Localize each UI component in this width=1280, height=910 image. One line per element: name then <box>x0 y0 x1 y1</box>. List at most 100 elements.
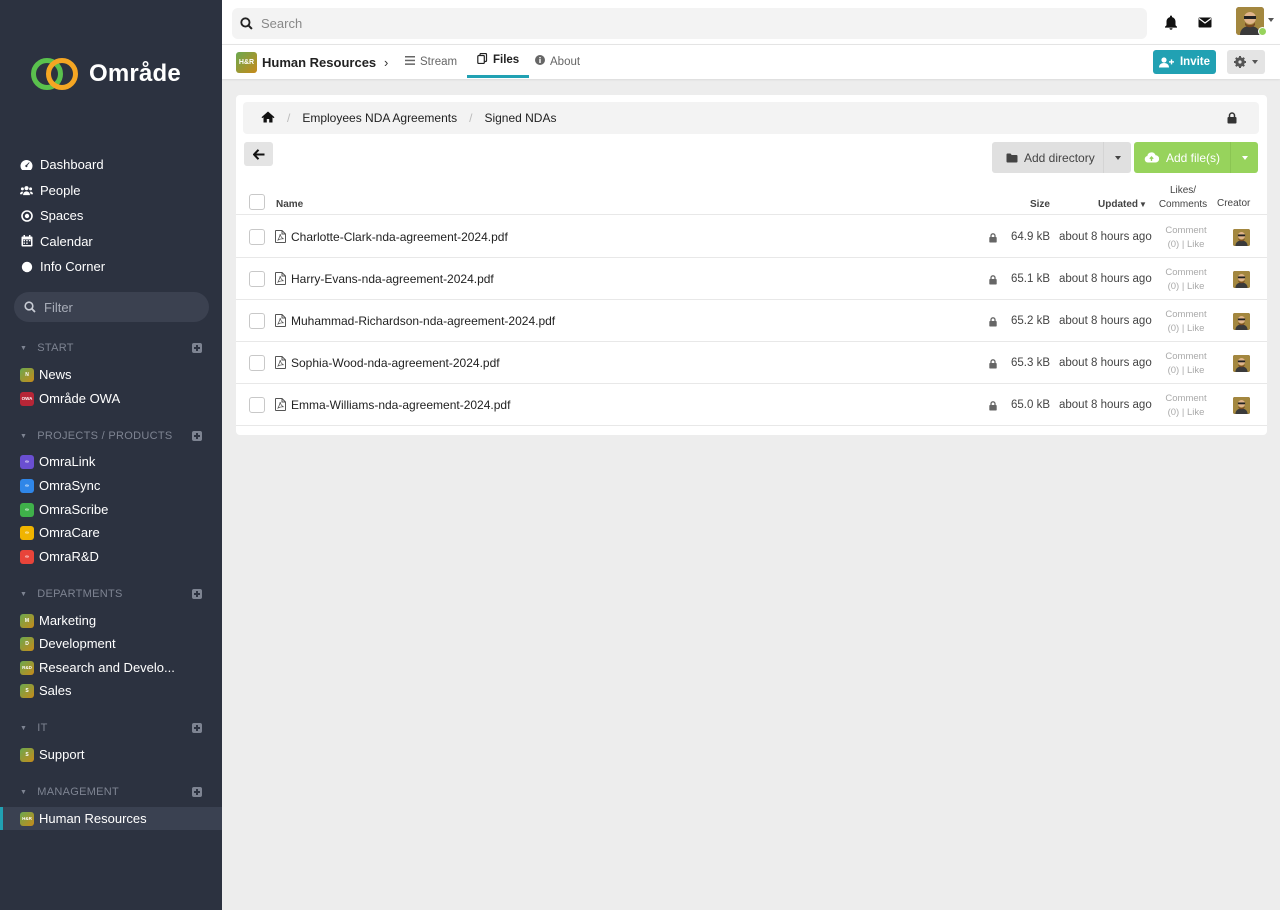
user-menu-caret-icon[interactable] <box>1268 18 1274 22</box>
search-icon <box>24 301 36 313</box>
like-link[interactable]: Like <box>1187 407 1204 418</box>
row-checkbox[interactable] <box>249 313 265 329</box>
nav-item-calendar[interactable]: Calendar <box>20 229 210 255</box>
creator-avatar[interactable] <box>1233 313 1250 330</box>
caret-down-icon: ▼ <box>20 432 28 440</box>
group-header-management[interactable]: ▼ MANAGEMENT <box>20 785 202 799</box>
column-header-updated[interactable]: Updated▼ <box>1098 199 1147 210</box>
comment-link[interactable]: Comment <box>1165 393 1206 404</box>
creator-avatar[interactable] <box>1233 271 1250 288</box>
file-name-link[interactable]: Charlotte-Clark-nda-agreement-2024.pdf <box>291 230 508 244</box>
group-header-it[interactable]: ▼ IT <box>20 721 202 735</box>
comment-link[interactable]: Comment <box>1165 351 1206 362</box>
table-row[interactable]: Charlotte-Clark-nda-agreement-2024.pdf 6… <box>236 216 1267 258</box>
add-space-icon[interactable] <box>192 431 202 441</box>
select-all-checkbox[interactable] <box>249 194 265 210</box>
table-row[interactable]: Muhammad-Richardson-nda-agreement-2024.p… <box>236 300 1267 342</box>
nav-label: People <box>40 182 81 198</box>
add-files-dropdown[interactable] <box>1230 142 1258 173</box>
tab-files[interactable]: Files <box>467 45 530 78</box>
column-header-size[interactable]: Size <box>1030 199 1050 210</box>
creator-avatar[interactable] <box>1233 397 1250 414</box>
chevron-right-icon: › <box>384 55 389 70</box>
link-icon: ∞ <box>20 502 34 517</box>
like-link[interactable]: Like <box>1187 365 1204 376</box>
files-table-header: Name Size Updated▼ Likes/ Comments Creat… <box>236 181 1267 215</box>
comment-link[interactable]: Comment <box>1165 309 1206 320</box>
space-item-omrasync[interactable]: ∞ OmraSync <box>20 474 210 497</box>
table-row[interactable]: Emma-Williams-nda-agreement-2024.pdf 65.… <box>236 384 1267 426</box>
column-header-creator: Creator <box>1217 198 1251 209</box>
table-row[interactable]: Harry-Evans-nda-agreement-2024.pdf 65.1 … <box>236 258 1267 300</box>
gear-icon <box>1234 56 1246 68</box>
comment-link[interactable]: Comment <box>1165 267 1206 278</box>
back-button[interactable] <box>244 142 273 166</box>
invite-button[interactable]: Invite <box>1153 50 1216 74</box>
search-input[interactable] <box>261 16 1061 31</box>
add-space-icon[interactable] <box>192 723 202 733</box>
group-header-start[interactable]: ▼ START <box>20 341 202 355</box>
space-item-sales[interactable]: S Sales <box>20 679 210 702</box>
breadcrumb-item[interactable]: Employees NDA Agreements <box>302 111 457 125</box>
messages-envelope-icon[interactable] <box>1197 14 1213 30</box>
space-badge: S <box>20 683 34 698</box>
space-item-marketing[interactable]: M Marketing <box>20 609 210 632</box>
file-name-link[interactable]: Sophia-Wood-nda-agreement-2024.pdf <box>291 356 500 370</box>
space-item-human-resources[interactable]: H&R Human Resources <box>0 807 222 830</box>
notifications-bell-icon[interactable] <box>1163 14 1179 30</box>
like-link[interactable]: Like <box>1187 323 1204 334</box>
row-checkbox[interactable] <box>249 397 265 413</box>
nav-item-people[interactable]: People <box>20 178 210 204</box>
group-header-projects[interactable]: ▼ PROJECTS / PRODUCTS <box>20 429 202 443</box>
nav-item-dashboard[interactable]: Dashboard <box>20 152 210 178</box>
space-item-omrascribe[interactable]: ∞ OmraScribe <box>20 498 210 521</box>
add-space-icon[interactable] <box>192 787 202 797</box>
add-space-icon[interactable] <box>192 343 202 353</box>
comment-link[interactable]: Comment <box>1165 225 1206 236</box>
add-files-button[interactable]: Add file(s) <box>1134 142 1230 173</box>
column-header-name[interactable]: Name <box>276 199 303 210</box>
file-size: 65.2 kB <box>1011 315 1050 327</box>
space-settings-button[interactable] <box>1227 50 1265 74</box>
nav-item-spaces[interactable]: Spaces <box>20 203 210 229</box>
tab-stream[interactable]: Stream <box>405 45 457 78</box>
group-header-departments[interactable]: ▼ DEPARTMENTS <box>20 587 202 601</box>
like-link[interactable]: Like <box>1187 281 1204 292</box>
lock-icon <box>989 357 997 372</box>
like-link[interactable]: Like <box>1187 239 1204 250</box>
file-name-link[interactable]: Emma-Williams-nda-agreement-2024.pdf <box>291 398 510 412</box>
creator-avatar[interactable] <box>1233 229 1250 246</box>
space-title[interactable]: Human Resources <box>262 55 376 70</box>
nav-label: Spaces <box>40 208 84 224</box>
space-item-development[interactable]: D Development <box>20 632 210 655</box>
file-name-link[interactable]: Muhammad-Richardson-nda-agreement-2024.p… <box>291 314 555 328</box>
table-row[interactable]: Sophia-Wood-nda-agreement-2024.pdf 65.3 … <box>236 342 1267 384</box>
add-user-icon <box>1158 56 1174 67</box>
row-checkbox[interactable] <box>249 271 265 287</box>
space-item-omracare[interactable]: ∞ OmraCare <box>20 521 210 544</box>
space-item-news[interactable]: N News <box>20 363 210 386</box>
lock-icon <box>989 399 997 414</box>
space-item-omrard[interactable]: ∞ OmraR&D <box>20 545 210 568</box>
nav-item-info-corner[interactable]: Info Corner <box>20 254 210 280</box>
space-item-research-and-development[interactable]: R&D Research and Develo... <box>20 656 210 679</box>
file-pdf-icon <box>275 356 286 372</box>
add-directory-dropdown[interactable] <box>1103 142 1131 173</box>
row-checkbox[interactable] <box>249 355 265 371</box>
brand-logo[interactable]: Område <box>31 57 181 91</box>
home-icon[interactable] <box>261 111 275 126</box>
tab-about[interactable]: About <box>535 45 580 78</box>
add-directory-button[interactable]: Add directory <box>992 142 1103 173</box>
filter-input[interactable] <box>44 299 194 315</box>
row-checkbox[interactable] <box>249 229 265 245</box>
file-pdf-icon <box>275 272 286 288</box>
file-name-link[interactable]: Harry-Evans-nda-agreement-2024.pdf <box>291 272 494 286</box>
space-item-omralink[interactable]: ∞ OmraLink <box>20 450 210 473</box>
space-item-omrade-owa[interactable]: OWA Område OWA <box>20 387 210 410</box>
online-status-dot <box>1258 27 1267 36</box>
space-item-support[interactable]: S Support <box>20 743 210 766</box>
file-updated: about 8 hours ago <box>1059 357 1152 369</box>
add-space-icon[interactable] <box>192 589 202 599</box>
nav-label: Dashboard <box>40 157 104 173</box>
creator-avatar[interactable] <box>1233 355 1250 372</box>
